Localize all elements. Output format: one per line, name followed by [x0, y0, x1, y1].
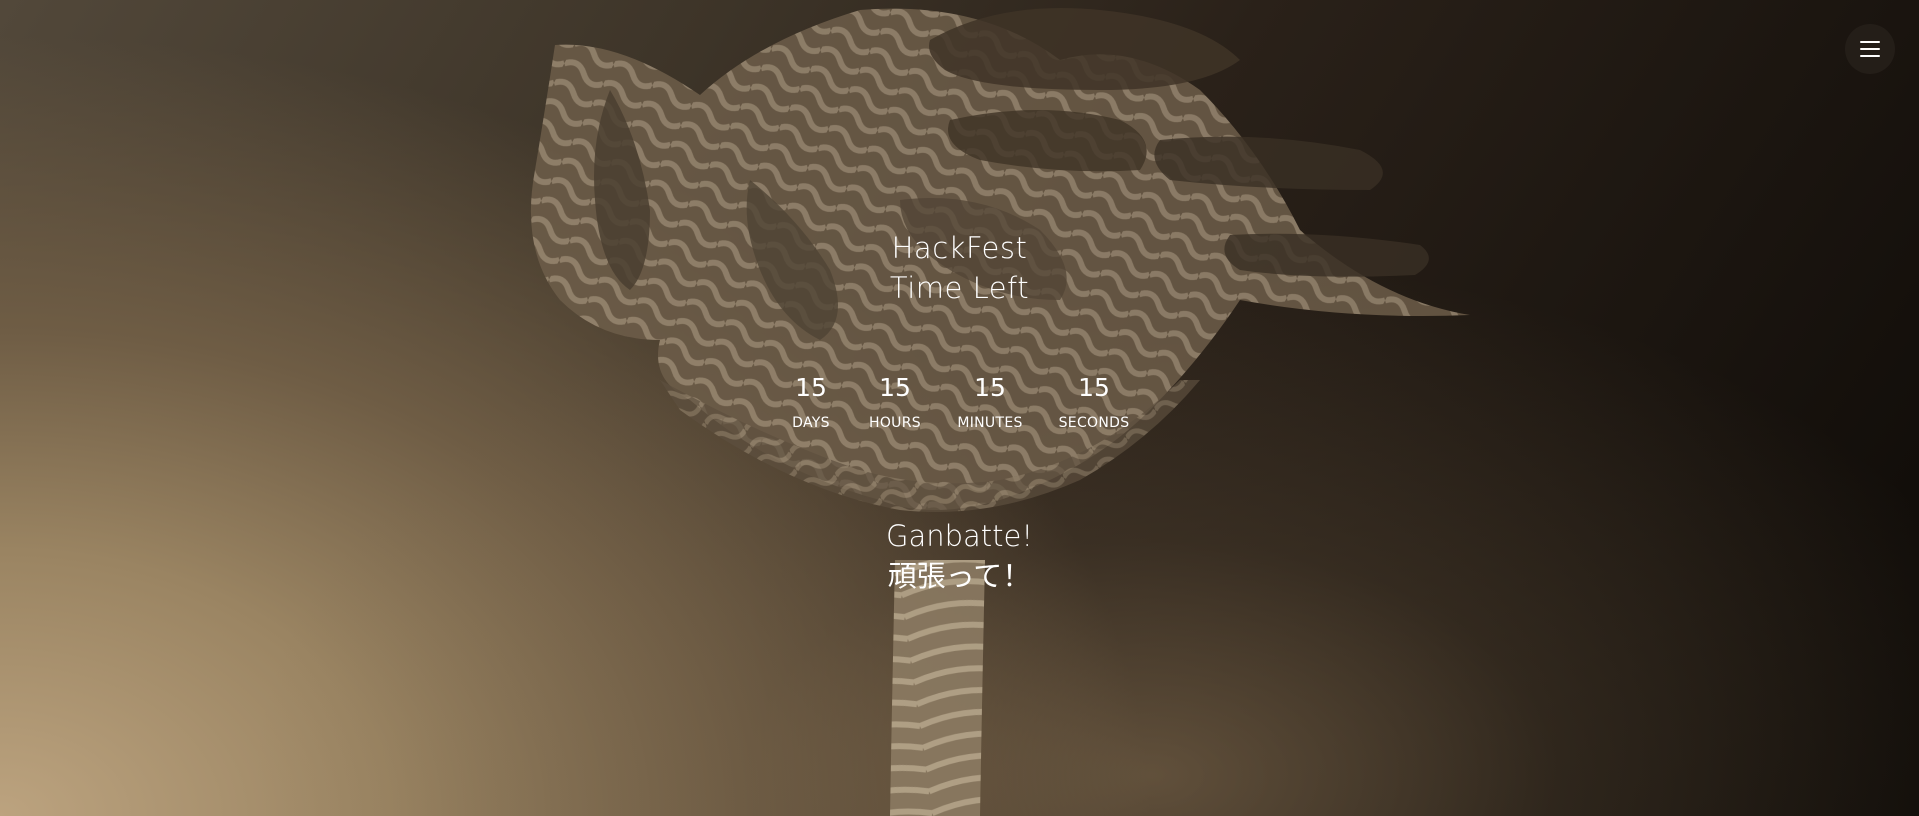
- hamburger-icon: [1860, 41, 1880, 57]
- seconds-label: SECONDS: [1058, 415, 1130, 431]
- menu-button[interactable]: [1845, 24, 1895, 74]
- title-line-event: HackFest: [891, 231, 1028, 265]
- message-japanese: 頑張って！: [887, 559, 1032, 593]
- seconds-value: 15: [1078, 373, 1110, 402]
- countdown-seconds: 15 SECONDS: [1034, 372, 1154, 432]
- minutes-label: MINUTES: [957, 415, 1023, 431]
- title-line-subtitle: Time Left: [889, 271, 1030, 305]
- countdown-minutes: 15 MINUTES: [930, 372, 1050, 432]
- message-romaji: Ganbatte!: [885, 519, 1033, 553]
- minutes-value: 15: [974, 373, 1006, 402]
- page-title: HackFest Time Left: [0, 228, 1919, 308]
- countdown-timer: 15 DAYS 15 HOURS 15 MINUTES 15 SECONDS: [0, 372, 1919, 442]
- motivational-message: Ganbatte! 頑張って！: [0, 516, 1919, 596]
